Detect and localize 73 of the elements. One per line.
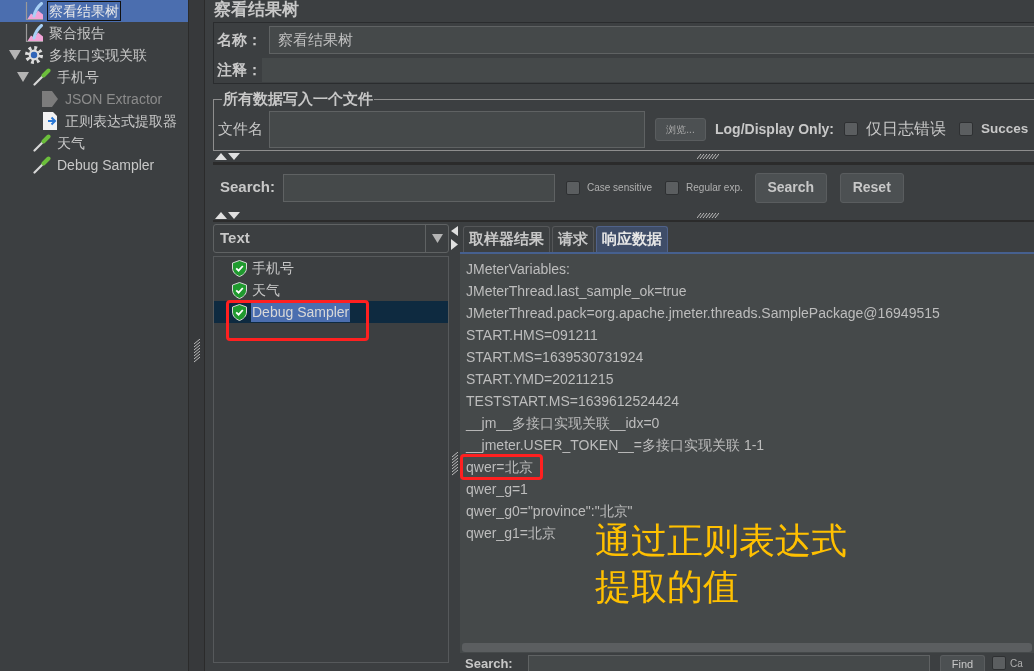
search-field[interactable] [283, 173, 555, 202]
response-line: START.HMS=091211 [466, 327, 598, 343]
checkbox-label: Succes [981, 119, 1029, 138]
group-title: 所有数据写入一个文件 [222, 90, 374, 108]
comment-label: 注释： [217, 59, 262, 80]
search-label: Search: [220, 177, 276, 198]
caret-down-icon[interactable] [16, 72, 29, 82]
tab[interactable]: 响应数据 [596, 226, 668, 252]
filename-field[interactable] [269, 110, 645, 148]
result-item[interactable]: 手机号 [214, 257, 448, 279]
checkbox[interactable] [992, 656, 1006, 670]
splitter-grip-icon[interactable] [451, 452, 458, 476]
tree-item[interactable]: 聚合报告 [0, 22, 188, 44]
splitter-grip-icon[interactable] [697, 154, 719, 159]
response-line: START.YMD=20211215 [466, 371, 614, 387]
collapse-arrows-icon[interactable] [451, 226, 458, 250]
tree-item[interactable]: 手机号 [0, 66, 188, 88]
tree-item[interactable]: 正则表达式提取器 [0, 110, 188, 132]
response-line: TESTSTART.MS=1639612524424 [466, 393, 680, 409]
comment-field[interactable] [262, 58, 1034, 82]
browse-button[interactable]: 浏览... [655, 117, 706, 141]
checkbox-label: Ca [1010, 657, 1023, 671]
caret-down-icon [431, 234, 443, 243]
renderer-dropdown[interactable]: Text [213, 224, 449, 253]
annotation-text: 通过正则表达式提取的值 [595, 519, 848, 609]
name-label: 名称： [217, 29, 263, 50]
tab[interactable]: 取样器结果 [463, 226, 550, 252]
pipette-icon [33, 134, 51, 152]
response-line: qwer_g1=北京 [466, 525, 556, 541]
response-line: __jm__多接口实现关联__idx=0 [466, 415, 660, 431]
search-label: Search: [465, 656, 514, 671]
checkbox[interactable] [566, 180, 580, 195]
collapse-arrows-icon[interactable] [215, 211, 240, 219]
pipette-icon [33, 156, 51, 174]
tree-item[interactable]: 察看结果树 [0, 0, 188, 22]
find-field[interactable] [528, 655, 930, 671]
splitter-grip-icon[interactable] [193, 339, 200, 363]
checkbox-label: Regular exp. [686, 181, 743, 195]
tree-item[interactable]: Debug Sampler [0, 154, 188, 176]
splitter-grip-icon[interactable] [697, 212, 719, 218]
response-line: JMeterVariables: [466, 261, 570, 277]
result-item[interactable]: 天气 [214, 279, 448, 301]
collapse-arrows-icon[interactable] [215, 153, 240, 160]
tab[interactable]: 请求 [552, 226, 594, 252]
tree-item[interactable]: 多接口实现关联 [0, 44, 188, 66]
response-line: qwer_g0="province":"北京" [466, 503, 633, 519]
pipette-icon [33, 68, 51, 86]
arrow-tag-icon [41, 90, 59, 108]
caret-down-icon[interactable] [8, 50, 21, 60]
checkbox[interactable] [959, 122, 973, 136]
panel-title: 察看结果树 [213, 0, 300, 20]
response-line: qwer_g=1 [466, 481, 528, 497]
search-button[interactable]: Search [754, 172, 827, 203]
response-line: JMeterThread.pack=org.apache.jmeter.threads.SamplePackage@16949515 [466, 305, 940, 321]
response-line: qwer=北京 [466, 459, 533, 475]
checkbox-label: Case sensitive [587, 181, 653, 195]
checkbox[interactable] [665, 180, 680, 195]
response-line: JMeterThread.last_sample_ok=true [466, 283, 687, 299]
name-field[interactable]: 察看结果树 [269, 26, 1034, 54]
filename-label: 文件名 [218, 118, 263, 139]
reset-button[interactable]: Reset [839, 172, 904, 203]
find-button[interactable]: Find [940, 655, 985, 671]
chart-icon [25, 2, 43, 20]
checkbox-label: 仅日志错误 [866, 119, 946, 140]
horizontal-scrollbar[interactable] [462, 642, 1032, 652]
response-line: START.MS=1639530731924 [466, 349, 644, 365]
response-line: __jmeter.USER_TOKEN__=多接口实现关联 1-1 [466, 437, 765, 453]
checkbox[interactable] [844, 122, 858, 136]
document-arrow-icon [41, 112, 59, 130]
tree-item[interactable]: 天气 [0, 132, 188, 154]
chart-icon [25, 24, 43, 42]
log-display-label: Log/Display Only: [715, 119, 834, 139]
gear-icon [25, 46, 43, 64]
